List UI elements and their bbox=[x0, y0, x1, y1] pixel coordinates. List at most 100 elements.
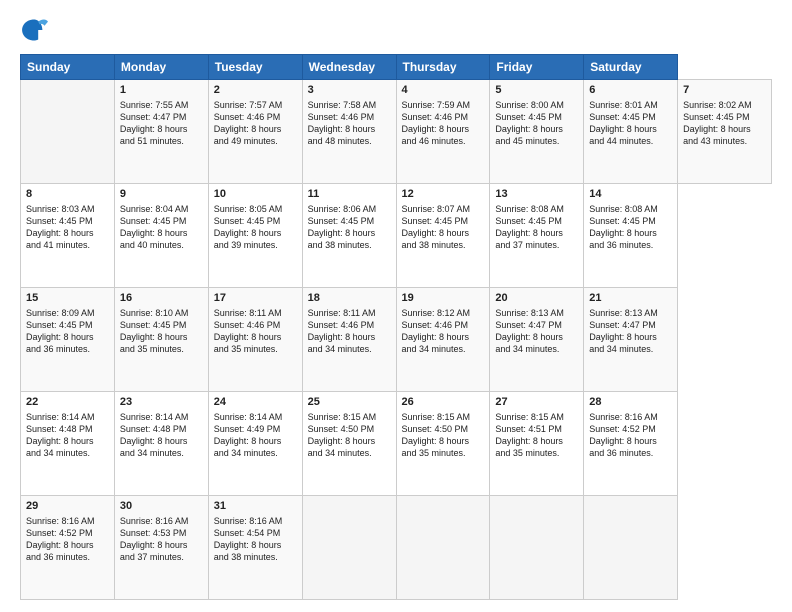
cell-line: Sunrise: 8:16 AM bbox=[26, 515, 109, 527]
cell-line: Sunset: 4:53 PM bbox=[120, 527, 203, 539]
calendar-cell: 4Sunrise: 7:59 AMSunset: 4:46 PMDaylight… bbox=[396, 80, 490, 184]
cell-content: 29Sunrise: 8:16 AMSunset: 4:52 PMDayligh… bbox=[26, 499, 109, 563]
cell-line: Sunset: 4:45 PM bbox=[120, 319, 203, 331]
calendar-cell: 7Sunrise: 8:02 AMSunset: 4:45 PMDaylight… bbox=[678, 80, 772, 184]
header-cell-saturday: Saturday bbox=[584, 55, 678, 80]
cell-line: Sunset: 4:50 PM bbox=[308, 423, 391, 435]
cell-line: Sunrise: 8:15 AM bbox=[308, 411, 391, 423]
cell-line: and 34 minutes. bbox=[589, 343, 672, 355]
header-cell-sunday: Sunday bbox=[21, 55, 115, 80]
cell-content: 31Sunrise: 8:16 AMSunset: 4:54 PMDayligh… bbox=[214, 499, 297, 563]
calendar-cell: 28Sunrise: 8:16 AMSunset: 4:52 PMDayligh… bbox=[584, 392, 678, 496]
cell-line: Sunrise: 8:08 AM bbox=[589, 203, 672, 215]
cell-content: 15Sunrise: 8:09 AMSunset: 4:45 PMDayligh… bbox=[26, 291, 109, 355]
cell-line: Daylight: 8 hours bbox=[495, 227, 578, 239]
cell-line: and 37 minutes. bbox=[120, 551, 203, 563]
header-row: SundayMondayTuesdayWednesdayThursdayFrid… bbox=[21, 55, 772, 80]
cell-line: and 34 minutes. bbox=[120, 447, 203, 459]
cell-line: Daylight: 8 hours bbox=[214, 331, 297, 343]
day-number: 8 bbox=[26, 187, 109, 202]
cell-line: Sunset: 4:45 PM bbox=[214, 215, 297, 227]
cell-line: Sunrise: 8:09 AM bbox=[26, 307, 109, 319]
cell-line: and 43 minutes. bbox=[683, 135, 766, 147]
cell-line: Sunset: 4:46 PM bbox=[214, 319, 297, 331]
cell-line: Daylight: 8 hours bbox=[589, 435, 672, 447]
day-number: 25 bbox=[308, 395, 391, 410]
day-number: 29 bbox=[26, 499, 109, 514]
cell-line: Sunrise: 8:13 AM bbox=[589, 307, 672, 319]
calendar-cell: 20Sunrise: 8:13 AMSunset: 4:47 PMDayligh… bbox=[490, 288, 584, 392]
cell-line: Sunset: 4:45 PM bbox=[120, 215, 203, 227]
cell-line: and 49 minutes. bbox=[214, 135, 297, 147]
calendar-cell bbox=[584, 496, 678, 600]
cell-line: Sunrise: 8:16 AM bbox=[589, 411, 672, 423]
day-number: 10 bbox=[214, 187, 297, 202]
cell-line: Sunrise: 8:11 AM bbox=[214, 307, 297, 319]
cell-content: 27Sunrise: 8:15 AMSunset: 4:51 PMDayligh… bbox=[495, 395, 578, 459]
cell-line: Daylight: 8 hours bbox=[589, 331, 672, 343]
cell-line: Sunrise: 8:04 AM bbox=[120, 203, 203, 215]
cell-content: 17Sunrise: 8:11 AMSunset: 4:46 PMDayligh… bbox=[214, 291, 297, 355]
cell-line: Sunrise: 8:08 AM bbox=[495, 203, 578, 215]
cell-content: 12Sunrise: 8:07 AMSunset: 4:45 PMDayligh… bbox=[402, 187, 485, 251]
cell-line: and 44 minutes. bbox=[589, 135, 672, 147]
day-number: 18 bbox=[308, 291, 391, 306]
cell-line: and 36 minutes. bbox=[589, 447, 672, 459]
calendar-cell: 8Sunrise: 8:03 AMSunset: 4:45 PMDaylight… bbox=[21, 184, 115, 288]
cell-line: Sunset: 4:46 PM bbox=[308, 319, 391, 331]
day-number: 14 bbox=[589, 187, 672, 202]
cell-line: Sunrise: 8:14 AM bbox=[214, 411, 297, 423]
week-row-2: 8Sunrise: 8:03 AMSunset: 4:45 PMDaylight… bbox=[21, 184, 772, 288]
cell-content: 7Sunrise: 8:02 AMSunset: 4:45 PMDaylight… bbox=[683, 83, 766, 147]
cell-line: Sunset: 4:48 PM bbox=[26, 423, 109, 435]
cell-content: 2Sunrise: 7:57 AMSunset: 4:46 PMDaylight… bbox=[214, 83, 297, 147]
cell-line: and 35 minutes. bbox=[495, 447, 578, 459]
day-number: 9 bbox=[120, 187, 203, 202]
cell-line: and 51 minutes. bbox=[120, 135, 203, 147]
cell-line: Daylight: 8 hours bbox=[308, 331, 391, 343]
calendar-page: SundayMondayTuesdayWednesdayThursdayFrid… bbox=[0, 0, 792, 612]
cell-line: Daylight: 8 hours bbox=[120, 435, 203, 447]
cell-line: Sunset: 4:45 PM bbox=[402, 215, 485, 227]
cell-line: and 34 minutes. bbox=[495, 343, 578, 355]
cell-line: Sunset: 4:47 PM bbox=[495, 319, 578, 331]
cell-line: Sunrise: 8:03 AM bbox=[26, 203, 109, 215]
calendar-cell: 29Sunrise: 8:16 AMSunset: 4:52 PMDayligh… bbox=[21, 496, 115, 600]
cell-line: Daylight: 8 hours bbox=[308, 227, 391, 239]
day-number: 22 bbox=[26, 395, 109, 410]
calendar-cell: 14Sunrise: 8:08 AMSunset: 4:45 PMDayligh… bbox=[584, 184, 678, 288]
cell-line: Daylight: 8 hours bbox=[120, 227, 203, 239]
cell-line: Daylight: 8 hours bbox=[120, 123, 203, 135]
day-number: 16 bbox=[120, 291, 203, 306]
cell-line: Sunrise: 7:59 AM bbox=[402, 99, 485, 111]
cell-line: Sunrise: 7:57 AM bbox=[214, 99, 297, 111]
cell-content: 30Sunrise: 8:16 AMSunset: 4:53 PMDayligh… bbox=[120, 499, 203, 563]
cell-content: 9Sunrise: 8:04 AMSunset: 4:45 PMDaylight… bbox=[120, 187, 203, 251]
cell-line: Sunset: 4:45 PM bbox=[589, 111, 672, 123]
cell-line: Sunrise: 7:55 AM bbox=[120, 99, 203, 111]
calendar-cell: 3Sunrise: 7:58 AMSunset: 4:46 PMDaylight… bbox=[302, 80, 396, 184]
cell-line: Sunset: 4:46 PM bbox=[308, 111, 391, 123]
cell-line: Daylight: 8 hours bbox=[120, 331, 203, 343]
day-number: 7 bbox=[683, 83, 766, 98]
cell-content: 13Sunrise: 8:08 AMSunset: 4:45 PMDayligh… bbox=[495, 187, 578, 251]
cell-line: Sunrise: 8:11 AM bbox=[308, 307, 391, 319]
cell-line: Daylight: 8 hours bbox=[402, 227, 485, 239]
calendar-cell: 17Sunrise: 8:11 AMSunset: 4:46 PMDayligh… bbox=[208, 288, 302, 392]
day-number: 13 bbox=[495, 187, 578, 202]
cell-content: 6Sunrise: 8:01 AMSunset: 4:45 PMDaylight… bbox=[589, 83, 672, 147]
cell-line: Daylight: 8 hours bbox=[589, 123, 672, 135]
cell-line: Daylight: 8 hours bbox=[589, 227, 672, 239]
cell-line: and 40 minutes. bbox=[120, 239, 203, 251]
cell-line: and 45 minutes. bbox=[495, 135, 578, 147]
cell-content: 10Sunrise: 8:05 AMSunset: 4:45 PMDayligh… bbox=[214, 187, 297, 251]
cell-line: Daylight: 8 hours bbox=[26, 435, 109, 447]
cell-line: Sunrise: 8:15 AM bbox=[495, 411, 578, 423]
cell-line: Sunrise: 8:12 AM bbox=[402, 307, 485, 319]
cell-content: 14Sunrise: 8:08 AMSunset: 4:45 PMDayligh… bbox=[589, 187, 672, 251]
cell-line: Sunset: 4:46 PM bbox=[402, 319, 485, 331]
calendar-cell bbox=[396, 496, 490, 600]
cell-line: Daylight: 8 hours bbox=[308, 123, 391, 135]
calendar-cell: 19Sunrise: 8:12 AMSunset: 4:46 PMDayligh… bbox=[396, 288, 490, 392]
cell-line: Sunset: 4:47 PM bbox=[589, 319, 672, 331]
